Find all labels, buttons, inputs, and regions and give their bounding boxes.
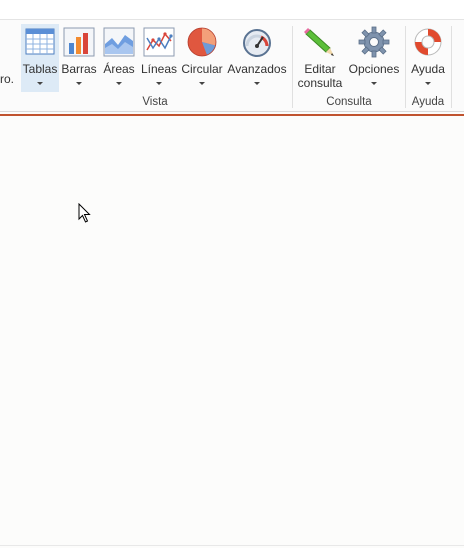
help-button[interactable]: Ayuda (409, 24, 447, 92)
chevron-down-icon (156, 82, 162, 85)
pencil-icon (304, 28, 334, 56)
mouse-pointer-icon (78, 203, 91, 223)
tables-button[interactable]: Tablas (21, 24, 59, 92)
pie-label: Circular (181, 62, 223, 76)
group-separator (292, 26, 293, 108)
title-bar-strip (0, 0, 464, 20)
options-label: Opciones (348, 62, 400, 76)
edit-query-label: Editar consulta (296, 62, 344, 90)
lines-button[interactable]: Líneas (140, 24, 178, 92)
area-chart-icon (103, 27, 135, 57)
edit-query-label-line1: Editar (304, 62, 336, 76)
chevron-down-icon (37, 82, 43, 85)
chevron-down-icon (116, 82, 122, 85)
help-label: Ayuda (411, 62, 445, 76)
tables-label: Tablas (22, 62, 58, 76)
bars-button[interactable]: Barras (60, 24, 98, 92)
gauge-icon (243, 29, 271, 57)
chevron-down-icon (254, 82, 260, 85)
areas-button[interactable]: Áreas (100, 24, 138, 92)
group-separator (451, 26, 452, 108)
lifebuoy-icon (414, 28, 442, 56)
gear-icon (358, 26, 390, 58)
areas-label: Áreas (103, 62, 135, 76)
group-label-ayuda: Ayuda (411, 96, 445, 108)
advanced-label: Avanzados (227, 62, 287, 76)
lines-label: Líneas (140, 62, 178, 76)
edit-query-label-line2: consulta (297, 76, 343, 90)
edit-query-button[interactable]: Editar consulta (296, 24, 344, 92)
pie-chart-icon (187, 27, 217, 57)
chevron-down-icon (199, 82, 205, 85)
advanced-button[interactable]: Avanzados (226, 24, 288, 92)
bars-label: Barras (61, 62, 97, 76)
chevron-down-icon (425, 82, 431, 85)
group-label-vista: Vista (142, 96, 168, 108)
bar-chart-icon (63, 27, 95, 57)
group-label-consulta: Consulta (326, 96, 372, 108)
chevron-down-icon (76, 82, 82, 85)
pie-button[interactable]: Circular (180, 24, 224, 92)
chevron-down-icon (371, 82, 377, 85)
truncated-ribbon-label: ro. (0, 72, 15, 86)
bottom-border (0, 545, 464, 546)
workspace-area[interactable] (0, 117, 464, 548)
options-button[interactable]: Opciones (346, 24, 402, 92)
line-chart-icon (143, 27, 175, 57)
table-icon (25, 28, 55, 55)
ribbon-accent-line (0, 114, 464, 116)
